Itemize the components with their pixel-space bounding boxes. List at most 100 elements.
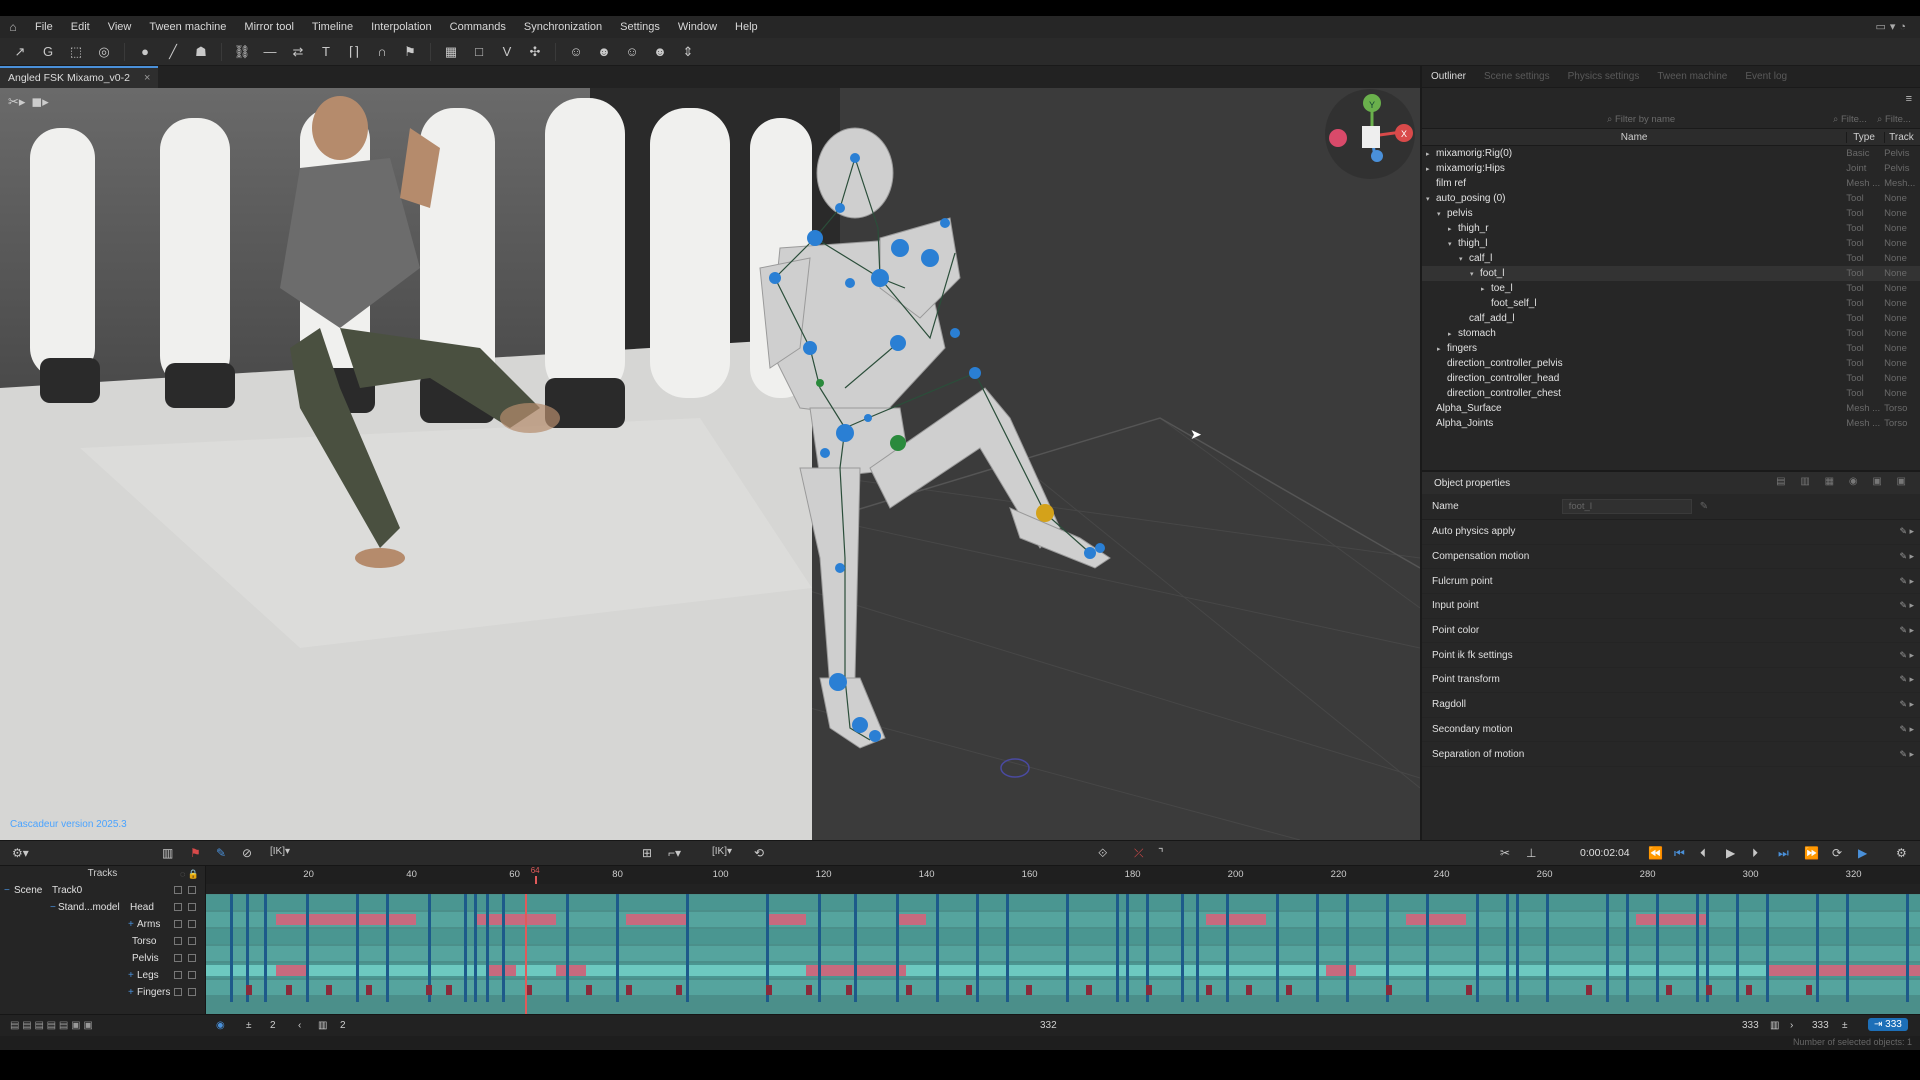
expand-arrow-icon[interactable]: ▸	[1448, 225, 1458, 233]
play-icon[interactable]: ▶	[1726, 846, 1735, 860]
name-field[interactable]: foot_l	[1561, 499, 1692, 514]
outliner-row[interactable]: calf_add_l Tool None	[1422, 311, 1920, 326]
jump-start-icon[interactable]: ⏮	[1674, 846, 1685, 861]
property-row[interactable]: Point transform ✎ ▸	[1422, 668, 1920, 693]
pin-arrow-icon[interactable]: ✎ ▸	[1899, 674, 1914, 685]
model-row[interactable]: − Stand...model Head	[0, 899, 205, 916]
outliner-row[interactable]: direction_controller_chest Tool None	[1422, 386, 1920, 401]
edit-icon[interactable]: ✎	[1700, 501, 1708, 512]
tab-scene-settings[interactable]: Scene settings	[1475, 71, 1559, 82]
track-legs-row[interactable]: + Legs	[0, 967, 205, 984]
current-time[interactable]: 0:00:02:04	[1580, 847, 1630, 859]
property-row[interactable]: Separation of motion ✎ ▸	[1422, 742, 1920, 767]
expand-arrow-icon[interactable]: ▸	[1448, 330, 1458, 338]
pin-arrow-icon[interactable]: ✎ ▸	[1899, 600, 1914, 611]
next-interval-icon[interactable]: ›	[1790, 1020, 1793, 1031]
column-track[interactable]: Track	[1884, 131, 1920, 143]
layout-icon[interactable]: ▭▾◔	[1875, 16, 1910, 38]
visibility-checkbox[interactable]	[174, 971, 182, 979]
lock-checkbox[interactable]	[188, 903, 196, 911]
properties-tools-icon[interactable]: ▤ ▥ ▦ ◉ ▣ ▣	[1776, 476, 1912, 487]
expand-icon[interactable]: +	[128, 970, 134, 981]
expand-arrow-icon[interactable]: ▾	[1459, 255, 1469, 263]
menu-file[interactable]: File	[26, 16, 62, 38]
curve-icon[interactable]: ∩	[370, 41, 394, 63]
document-tab[interactable]: Angled FSK Mixamo_v0-2 ×	[0, 66, 159, 88]
frame-ruler[interactable]: 20 40 60 64 80 100 120 140 160 180 200 220 240 260 280…	[206, 866, 1920, 884]
property-row[interactable]: Fulcrum point ✎ ▸	[1422, 569, 1920, 595]
wrench-icon[interactable]: ✎	[216, 846, 226, 860]
rewind-icon[interactable]: ⏪	[1648, 846, 1663, 860]
pin-arrow-icon[interactable]: ✎ ▸	[1899, 625, 1914, 636]
type-filter-input[interactable]: ⌕ Filte...	[1833, 114, 1871, 125]
end-icon[interactable]: ▥	[1770, 1020, 1779, 1031]
visibility-checkbox[interactable]	[174, 903, 182, 911]
repeat-icon[interactable]: ⟳	[1832, 846, 1842, 860]
visibility-checkbox[interactable]	[174, 988, 182, 996]
tab-physics-settings[interactable]: Physics settings	[1559, 71, 1649, 82]
visibility-checkbox[interactable]	[174, 954, 182, 962]
3d-viewport[interactable]: Y X ✂▸ ◼▸ Cascadeur version 2025.3 ➤	[0, 88, 1420, 840]
interp-icon[interactable]: ⌐▾	[668, 846, 681, 860]
bracket-icon[interactable]: ⌈⌉	[342, 41, 366, 63]
expand-arrow-icon[interactable]: ▾	[1437, 210, 1447, 218]
menu-window[interactable]: Window	[669, 16, 726, 38]
pin-arrow-icon[interactable]: ✎ ▸	[1899, 526, 1914, 537]
collapse-icon[interactable]: −	[50, 902, 56, 913]
fit-icon[interactable]: ⊞	[642, 846, 652, 860]
property-row[interactable]: Ragdoll ✎ ▸	[1422, 693, 1920, 718]
outliner-row[interactable]: foot_self_l Tool None	[1422, 296, 1920, 311]
outliner-row[interactable]: ▸ mixamorig:Hips Joint Pelvis	[1422, 161, 1920, 176]
track-torso-row[interactable]: Torso	[0, 933, 205, 950]
outliner-row[interactable]: Alpha_Surface Mesh ... Torso	[1422, 401, 1920, 416]
next-frame-icon[interactable]: ⏵	[1752, 846, 1758, 861]
settings-gear-icon[interactable]: ⚙▾	[12, 846, 29, 860]
character-icon[interactable]: ☗	[189, 41, 213, 63]
swap-icon[interactable]: ⇄	[286, 41, 310, 63]
transform-icon[interactable]: ✂▸	[8, 94, 25, 110]
prev-frame-icon[interactable]: ⏴	[1700, 846, 1706, 861]
property-row[interactable]: Compensation motion ✎ ▸	[1422, 545, 1920, 570]
outliner-row[interactable]: direction_controller_pelvis Tool None	[1422, 356, 1920, 371]
flag-icon[interactable]: ⚑	[190, 846, 201, 860]
pin-icon[interactable]: ╱	[161, 41, 185, 63]
track-pelvis-row[interactable]: Pelvis	[0, 950, 205, 967]
menu-commands[interactable]: Commands	[441, 16, 515, 38]
visibility-checkbox[interactable]	[174, 920, 182, 928]
add-icon[interactable]: ±	[246, 1020, 252, 1031]
line-icon[interactable]: —	[258, 41, 282, 63]
stepper-icon[interactable]: ±	[1842, 1020, 1848, 1031]
lock-checkbox[interactable]	[188, 937, 196, 945]
track-arms-row[interactable]: + Arms	[0, 916, 205, 933]
pin-arrow-icon[interactable]: ✎ ▸	[1899, 699, 1914, 710]
outliner-row[interactable]: ▸ stomach Tool None	[1422, 326, 1920, 341]
physics-icon[interactable]: ✣	[523, 41, 547, 63]
lock-checkbox[interactable]	[188, 988, 196, 996]
split-icon[interactable]: ⊥	[1526, 846, 1536, 860]
pin-arrow-icon[interactable]: ✎ ▸	[1899, 650, 1914, 661]
menu-edit[interactable]: Edit	[62, 16, 99, 38]
interval-icon[interactable]: ▥	[318, 1020, 327, 1031]
box-icon[interactable]: □	[467, 41, 491, 63]
lasso-icon[interactable]: ◎	[92, 41, 116, 63]
collapse-icon[interactable]: −	[4, 885, 10, 896]
ik-button[interactable]: [IK]▾	[270, 846, 290, 857]
interval-b[interactable]: 2	[340, 1020, 346, 1031]
scissors-icon[interactable]: ✂	[1500, 846, 1510, 860]
pin-arrow-icon[interactable]: ✎ ▸	[1899, 724, 1914, 735]
end-frame-b[interactable]: 333	[1812, 1020, 1829, 1031]
column-name[interactable]: Name	[1422, 132, 1846, 143]
key-icon[interactable]: ⟐	[1098, 846, 1107, 861]
end-frame-a[interactable]: 333	[1742, 1020, 1759, 1031]
menu-settings[interactable]: Settings	[611, 16, 669, 38]
tab-tween-machine[interactable]: Tween machine	[1648, 71, 1736, 82]
visibility-checkbox[interactable]	[174, 886, 182, 894]
outliner-row[interactable]: ▸ thigh_r Tool None	[1422, 221, 1920, 236]
expand-icon[interactable]: +	[128, 919, 134, 930]
track-fingers-row[interactable]: + Fingers	[0, 984, 205, 1001]
scene-row[interactable]: − Scene Track0	[0, 882, 205, 899]
pose-b-icon[interactable]: ☻	[592, 41, 616, 63]
camera-icon[interactable]: ◼▸	[31, 94, 48, 110]
home-icon[interactable]: ⌂	[0, 20, 26, 34]
outliner-row[interactable]: ▸ toe_l Tool None	[1422, 281, 1920, 296]
